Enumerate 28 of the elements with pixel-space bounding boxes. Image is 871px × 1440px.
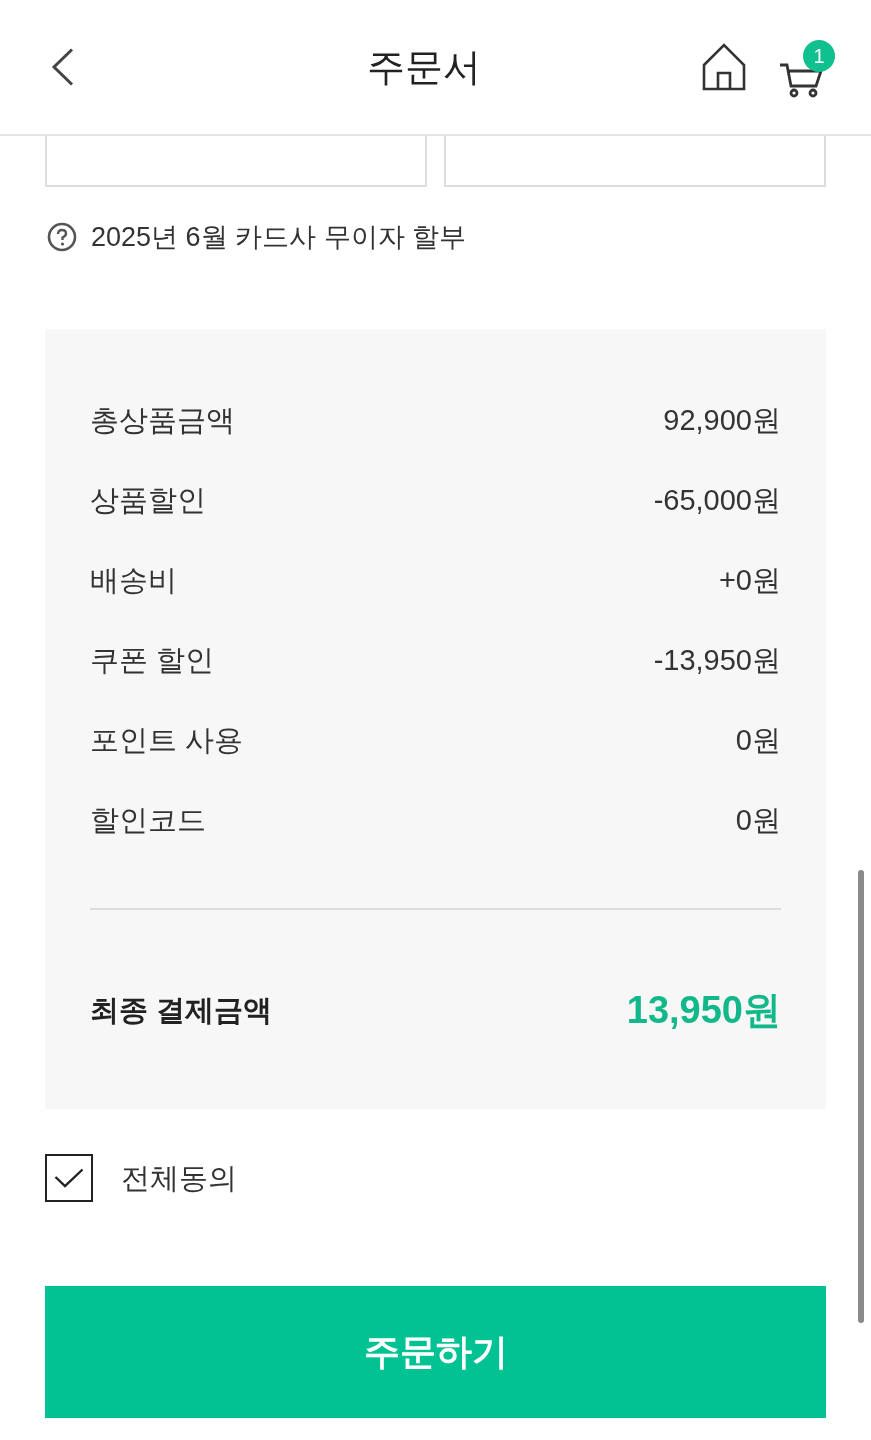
summary-value: -65,000원 (653, 485, 781, 515)
agree-all-label: 전체동의 (121, 1163, 237, 1193)
summary-label: 배송비 (90, 565, 177, 595)
back-icon (50, 48, 74, 86)
home-icon (702, 43, 746, 91)
home-button[interactable] (701, 42, 747, 92)
cart-count-badge: 1 (803, 40, 835, 72)
summary-label: 총상품금액 (90, 405, 235, 435)
cart-icon (779, 62, 823, 98)
summary-label: 포인트 사용 (90, 725, 244, 755)
help-icon[interactable] (47, 222, 77, 252)
scrollbar-thumb[interactable] (858, 870, 864, 1323)
summary-value: 92,900원 (663, 405, 781, 435)
total-label: 최종 결제금액 (90, 995, 273, 1025)
summary-label: 할인코드 (90, 805, 206, 835)
summary-label: 상품할인 (90, 485, 206, 515)
cart-button[interactable]: 1 (777, 40, 835, 100)
agree-all-checkbox[interactable] (45, 1154, 93, 1202)
page-title: 주문서 (366, 48, 481, 86)
installment-note: 2025년 6월 카드사 무이자 할부 (91, 223, 467, 251)
summary-value: 0원 (735, 725, 781, 755)
summary-label: 쿠폰 할인 (90, 645, 215, 675)
summary-value: -13,950원 (653, 645, 781, 675)
summary-value: 0원 (735, 805, 781, 835)
total-amount: 13,950원 (626, 991, 781, 1029)
checkmark-icon (54, 1168, 84, 1188)
place-order-button[interactable]: 주문하기 (45, 1286, 826, 1418)
summary-value: +0원 (718, 565, 781, 595)
